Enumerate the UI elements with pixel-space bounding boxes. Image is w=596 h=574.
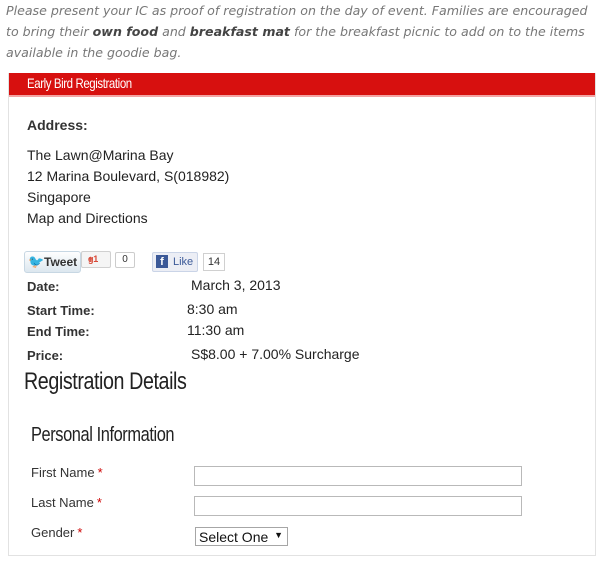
date-label: Date: <box>27 279 60 294</box>
first-name-input[interactable] <box>194 466 522 486</box>
registration-panel: Early Bird Registration Address: The Law… <box>8 73 596 556</box>
intro-bold-breakfast-mat: breakfast mat <box>189 24 290 39</box>
twitter-bird-icon: 🐦 <box>28 254 45 269</box>
panel-header: Early Bird Registration <box>9 73 595 97</box>
fb-like-label: Like <box>173 256 194 268</box>
address-line-street: 12 Marina Boulevard, S(018982) <box>27 168 230 184</box>
start-time-label: Start Time: <box>27 303 95 318</box>
required-marker: * <box>77 525 83 540</box>
last-name-input[interactable] <box>194 496 522 516</box>
date-value: March 3, 2013 <box>191 277 281 293</box>
gender-select[interactable]: Select One ▼ <box>195 527 288 546</box>
facebook-like-count: 14 <box>203 253 225 271</box>
gender-selected-value: Select One <box>199 529 269 545</box>
required-marker: * <box>96 495 102 510</box>
address-label: Address: <box>27 117 88 133</box>
intro-bold-own-food: own food <box>92 24 159 39</box>
address-line-venue: The Lawn@Marina Bay <box>27 147 174 163</box>
tweet-label: Tweet <box>44 255 78 269</box>
google-plus-button[interactable]: g +1 <box>81 251 111 268</box>
intro-text-2: and <box>158 24 190 39</box>
facebook-like-button[interactable]: f Like <box>152 252 198 272</box>
address-line-country: Singapore <box>27 189 91 205</box>
panel-title: Early Bird Registration <box>27 75 132 91</box>
gender-label: Gender * <box>31 525 83 540</box>
end-time-label: End Time: <box>27 324 90 339</box>
end-time-value: 11:30 am <box>187 322 245 338</box>
personal-information-heading: Personal Information <box>31 424 175 446</box>
price-label: Price: <box>27 348 64 363</box>
intro-paragraph: Please present your IC as proof of regis… <box>6 0 590 63</box>
start-time-value: 8:30 am <box>187 301 238 317</box>
facebook-icon: f <box>156 255 168 268</box>
first-name-label: First Name * <box>31 465 103 480</box>
google-plus-count: 0 <box>115 252 135 268</box>
price-value: S$8.00 + 7.00% Surcharge <box>191 346 360 362</box>
map-directions-link[interactable]: Map and Directions <box>27 210 148 226</box>
tweet-button[interactable]: 🐦 Tweet <box>24 251 81 273</box>
required-marker: * <box>97 465 103 480</box>
registration-details-heading: Registration Details <box>24 368 187 395</box>
last-name-label: Last Name * <box>31 495 102 510</box>
dropdown-arrow-icon: ▼ <box>274 530 283 540</box>
